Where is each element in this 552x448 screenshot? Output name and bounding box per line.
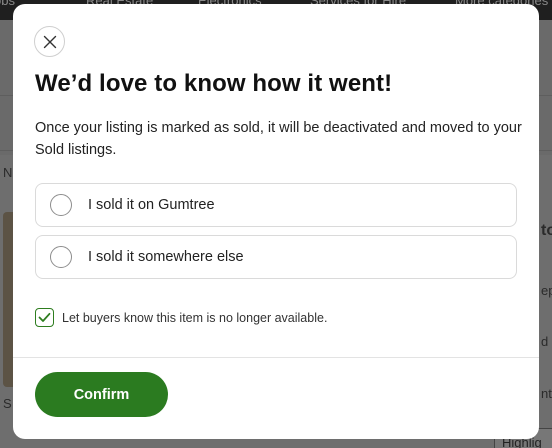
footer-divider (13, 357, 539, 358)
mark-as-sold-dialog: We’d love to know how it went! Once your… (13, 4, 539, 439)
close-button[interactable] (34, 26, 65, 57)
nav-item-jobs[interactable]: obs (0, 0, 15, 8)
background-text-fragment: nt (541, 386, 552, 401)
background-text-fragment: S (3, 396, 12, 411)
dialog-description: Once your listing is marked as sold, it … (35, 120, 522, 158)
background-text-fragment: N (3, 165, 13, 180)
option-sold-on-gumtree[interactable]: I sold it on Gumtree (35, 183, 517, 227)
confirm-button[interactable]: Confirm (35, 372, 168, 417)
option-label: I sold it somewhere else (88, 249, 244, 265)
background-text-fragment: ep (541, 283, 552, 298)
notify-buyers-row[interactable]: Let buyers know this item is no longer a… (35, 308, 327, 327)
notify-buyers-checkbox[interactable] (35, 308, 54, 327)
radio-button[interactable] (50, 194, 72, 216)
dialog-title: We’d love to know how it went! (35, 70, 393, 97)
option-sold-elsewhere[interactable]: I sold it somewhere else (35, 235, 517, 279)
background-text-fragment: to (541, 222, 552, 239)
background-text-fragment: d (541, 334, 549, 349)
close-icon (43, 35, 56, 48)
radio-button[interactable] (50, 246, 72, 268)
checkmark-icon (38, 312, 51, 322)
notify-buyers-label: Let buyers know this item is no longer a… (62, 310, 328, 325)
option-label: I sold it on Gumtree (88, 197, 215, 213)
